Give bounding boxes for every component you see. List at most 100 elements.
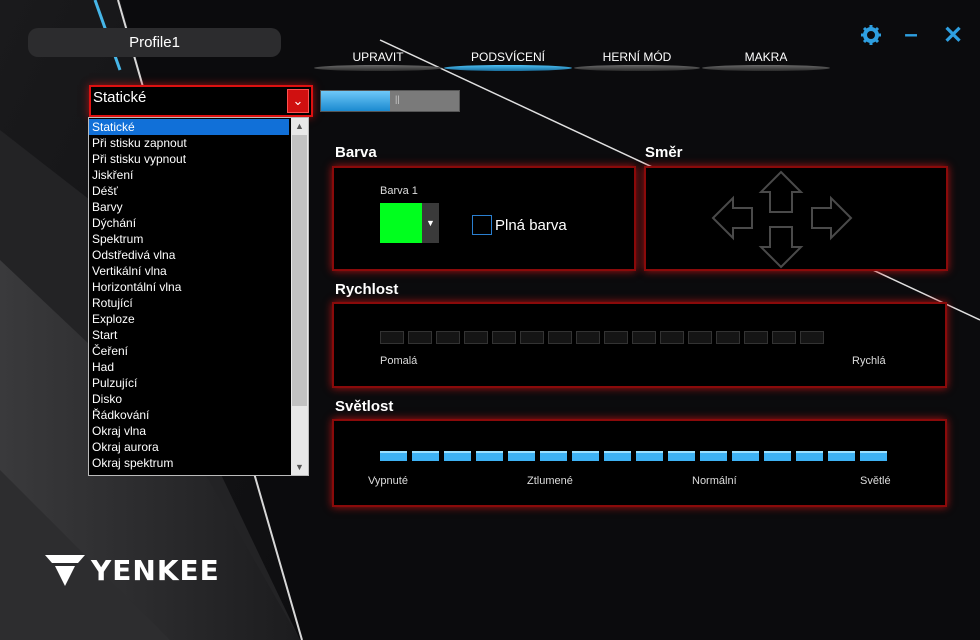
speed-step[interactable] bbox=[660, 331, 684, 344]
brightness-label-off: Vypnuté bbox=[368, 475, 408, 487]
speed-step[interactable] bbox=[604, 331, 628, 344]
toggle-grip-icon: || bbox=[395, 94, 400, 104]
tab-makra[interactable]: MAKRA bbox=[702, 50, 830, 71]
brightness-step[interactable] bbox=[540, 451, 567, 461]
tab-herni-mod[interactable]: HERNÍ MÓD bbox=[574, 50, 700, 71]
effect-option[interactable]: Při stisku zapnout bbox=[89, 135, 289, 151]
speed-step[interactable] bbox=[492, 331, 516, 344]
speed-step[interactable] bbox=[548, 331, 572, 344]
effect-option[interactable]: Okraj aurora bbox=[89, 439, 289, 455]
effect-option[interactable]: Řádkování bbox=[89, 407, 289, 423]
brightness-step[interactable] bbox=[476, 451, 503, 461]
scrollbar[interactable]: ▲ ▼ bbox=[291, 118, 308, 475]
brightness-step[interactable] bbox=[700, 451, 727, 461]
color-heading: Barva bbox=[335, 144, 377, 161]
solid-color-checkbox[interactable] bbox=[472, 215, 492, 235]
lighting-toggle[interactable]: || bbox=[320, 90, 460, 112]
color-1-label: Barva 1 bbox=[380, 185, 418, 197]
tab-upravit[interactable]: UPRAVIT bbox=[314, 50, 442, 71]
effect-select[interactable]: Statické ⌄ bbox=[89, 85, 313, 117]
speed-step[interactable] bbox=[772, 331, 796, 344]
effect-option[interactable]: Okraj vlna bbox=[89, 423, 289, 439]
effect-option[interactable]: Barvy bbox=[89, 199, 289, 215]
arrow-down-icon[interactable] bbox=[758, 226, 804, 269]
speed-step[interactable] bbox=[520, 331, 544, 344]
effect-options: Statické Při stisku zapnout Při stisku vyp… bbox=[89, 119, 289, 471]
direction-heading: Směr bbox=[645, 144, 683, 161]
speed-panel bbox=[332, 302, 947, 388]
brightness-step[interactable] bbox=[508, 451, 535, 461]
effect-option[interactable]: Horizontální vlna bbox=[89, 279, 289, 295]
effect-option[interactable]: Vertikální vlna bbox=[89, 263, 289, 279]
speed-min-label: Pomalá bbox=[380, 355, 418, 367]
tab-label: HERNÍ MÓD bbox=[602, 50, 672, 64]
brightness-step[interactable] bbox=[380, 451, 407, 461]
tab-label: PODSVÍCENÍ bbox=[470, 50, 545, 64]
speed-step[interactable] bbox=[436, 331, 460, 344]
brightness-step[interactable] bbox=[604, 451, 631, 461]
brightness-step[interactable] bbox=[860, 451, 887, 461]
brightness-label-dim: Ztlumené bbox=[527, 475, 573, 487]
brightness-step[interactable] bbox=[444, 451, 471, 461]
speed-step[interactable] bbox=[464, 331, 488, 344]
effect-option[interactable]: Rotující bbox=[89, 295, 289, 311]
effect-option[interactable]: Při stisku vypnout bbox=[89, 151, 289, 167]
yenkee-logo: YENKEE bbox=[45, 553, 220, 587]
tab-label: MAKRA bbox=[744, 50, 788, 64]
arrow-right-icon[interactable] bbox=[811, 195, 853, 241]
speed-heading: Rychlost bbox=[335, 281, 399, 298]
speed-step[interactable] bbox=[688, 331, 712, 344]
effect-dropdown-list[interactable]: Statické Při stisku zapnout Při stisku vyp… bbox=[88, 117, 309, 476]
color-dropdown-icon[interactable]: ▼ bbox=[422, 203, 439, 243]
scroll-down-icon[interactable]: ▼ bbox=[291, 459, 308, 475]
scroll-up-icon[interactable]: ▲ bbox=[291, 118, 308, 134]
yenkee-logo-icon bbox=[45, 555, 85, 586]
effect-option[interactable]: Jiskření bbox=[89, 167, 289, 183]
brightness-panel bbox=[332, 419, 947, 507]
logo-text: YENKEE bbox=[91, 553, 220, 587]
arrow-left-icon[interactable] bbox=[711, 195, 753, 241]
minimize-icon[interactable]: – bbox=[898, 21, 924, 48]
tab-podsviceni[interactable]: PODSVÍCENÍ bbox=[444, 50, 572, 71]
gear-icon[interactable] bbox=[858, 22, 884, 48]
speed-step[interactable] bbox=[632, 331, 656, 344]
effect-option[interactable]: Odstředivá vlna bbox=[89, 247, 289, 263]
brightness-step[interactable] bbox=[764, 451, 791, 461]
effect-option[interactable]: Okraj spektrum bbox=[89, 455, 289, 471]
direction-panel bbox=[644, 166, 948, 271]
arrow-up-icon[interactable] bbox=[758, 170, 804, 213]
effect-option[interactable]: Pulzující bbox=[89, 375, 289, 391]
effect-option[interactable]: Disko bbox=[89, 391, 289, 407]
brightness-step[interactable] bbox=[412, 451, 439, 461]
effect-option[interactable]: Had bbox=[89, 359, 289, 375]
effect-option[interactable]: Spektrum bbox=[89, 231, 289, 247]
brightness-step[interactable] bbox=[828, 451, 855, 461]
effect-option[interactable]: Statické bbox=[89, 119, 289, 135]
effect-option[interactable]: Čeření bbox=[89, 343, 289, 359]
close-icon[interactable]: ✕ bbox=[940, 22, 966, 49]
color-swatch[interactable] bbox=[380, 203, 422, 243]
speed-step[interactable] bbox=[380, 331, 404, 344]
brightness-step[interactable] bbox=[668, 451, 695, 461]
brightness-step[interactable] bbox=[636, 451, 663, 461]
chevron-down-icon[interactable]: ⌄ bbox=[287, 89, 309, 113]
speed-step[interactable] bbox=[576, 331, 600, 344]
brightness-step[interactable] bbox=[796, 451, 823, 461]
brightness-heading: Světlost bbox=[335, 398, 394, 415]
effect-option[interactable]: Dýchání bbox=[89, 215, 289, 231]
brightness-label-bright: Světlé bbox=[860, 475, 891, 487]
color-panel: Barva 1 ▼ Plná barva bbox=[332, 166, 636, 271]
speed-step[interactable] bbox=[716, 331, 740, 344]
scrollbar-thumb[interactable] bbox=[292, 135, 307, 406]
effect-option[interactable]: Start bbox=[89, 327, 289, 343]
speed-step[interactable] bbox=[800, 331, 824, 344]
effect-option[interactable]: Déšť bbox=[89, 183, 289, 199]
speed-step[interactable] bbox=[408, 331, 432, 344]
brightness-step[interactable] bbox=[572, 451, 599, 461]
brightness-label-normal: Normální bbox=[692, 475, 737, 487]
lighting-toggle-fill bbox=[321, 91, 390, 111]
effect-option[interactable]: Exploze bbox=[89, 311, 289, 327]
brightness-step[interactable] bbox=[732, 451, 759, 461]
speed-step[interactable] bbox=[744, 331, 768, 344]
profile-selector[interactable]: Profile1 bbox=[28, 28, 281, 57]
